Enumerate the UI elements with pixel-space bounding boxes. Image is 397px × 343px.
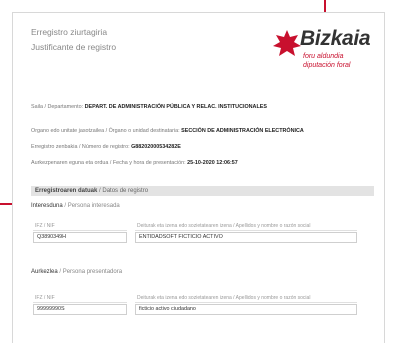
presenter-title: Aurkezlea / Persona presentadora	[31, 269, 122, 275]
department-value: DEPART. DE ADMINISTRACIÓN PÚBLICA Y RELA…	[84, 104, 267, 110]
registration-number-row: Erregistro zenbakia / Número de registro…	[31, 144, 181, 150]
department-label: Saila / Departamento:	[31, 104, 84, 110]
interested-party-title-spanish: / Persona interesada	[64, 203, 120, 209]
registration-receipt-document: Erregistro ziurtagiria Justificante de r…	[12, 12, 385, 343]
presenter-nif-label: IFZ / NIF	[35, 295, 55, 301]
presenter-name-label: Deiturak eta izena edo sozietatearen ize…	[137, 295, 311, 301]
interested-name-label-line	[135, 230, 357, 231]
destination-unit-row: Organo edo unitate jasotzailea / Órgano …	[31, 128, 304, 134]
presenter-name-label-line	[135, 302, 357, 303]
interested-party-title-basque: Interesduna	[31, 203, 63, 209]
presentation-datetime-label: Aurkezpenaren eguna eta ordua / Fecha y …	[31, 160, 186, 166]
document-title: Erregistro ziurtagiria	[31, 27, 108, 37]
logo-tagline-spanish: diputación foral	[303, 62, 351, 69]
document-subtitle: Justificante de registro	[31, 42, 117, 52]
section-header-basque: Erregistroaren datuak	[35, 188, 98, 194]
presenter-nif-label-line	[33, 302, 127, 303]
section-header-spanish: / Datos de registro	[99, 188, 149, 194]
presenter-nif-field: 99999990S	[33, 304, 127, 315]
interested-name-label: Deiturak eta izena edo sozietatearen ize…	[137, 223, 311, 229]
bizkaia-logo: Bizkaia foru aldundia diputación foral	[266, 27, 374, 75]
interested-party-title: Interesduna / Persona interesada	[31, 203, 120, 209]
registration-number-label: Erregistro zenbakia / Número de registro…	[31, 144, 130, 150]
presentation-datetime-value: 25-10-2020 12:06:57	[187, 160, 238, 166]
red-accent-line-top	[324, 0, 326, 12]
presenter-title-spanish: / Persona presentadora	[59, 269, 123, 275]
department-row: Saila / Departamento: DEPART. DE ADMINIS…	[31, 104, 267, 110]
red-accent-line-left	[0, 203, 12, 205]
logo-tagline-basque: foru aldundia	[303, 53, 344, 60]
destination-unit-label: Organo edo unitate jasotzailea / Órgano …	[31, 128, 180, 134]
interested-nif-label-line	[33, 230, 127, 231]
interested-nif-field: Q3890349H	[33, 232, 127, 243]
presentation-datetime-row: Aurkezpenaren eguna eta ordua / Fecha y …	[31, 160, 238, 166]
presenter-title-basque: Aurkezlea	[31, 269, 58, 275]
interested-name-field: ENTIDADSOFT FICTICIO ACTIVO	[135, 232, 357, 243]
destination-unit-value: SECCIÓN DE ADMINISTRACIÓN ELECTRÓNICA	[181, 128, 304, 134]
registration-number-value: G88202000534282E	[131, 144, 181, 150]
logo-wordmark: Bizkaia	[300, 27, 371, 50]
presenter-name-field: ficticio activo ciudadano	[135, 304, 357, 315]
interested-nif-label: IFZ / NIF	[35, 223, 55, 229]
registration-data-section-header: Erregistroaren datuak / Datos de registr…	[31, 186, 374, 196]
bizkaia-tree-leaf-icon	[273, 30, 301, 56]
